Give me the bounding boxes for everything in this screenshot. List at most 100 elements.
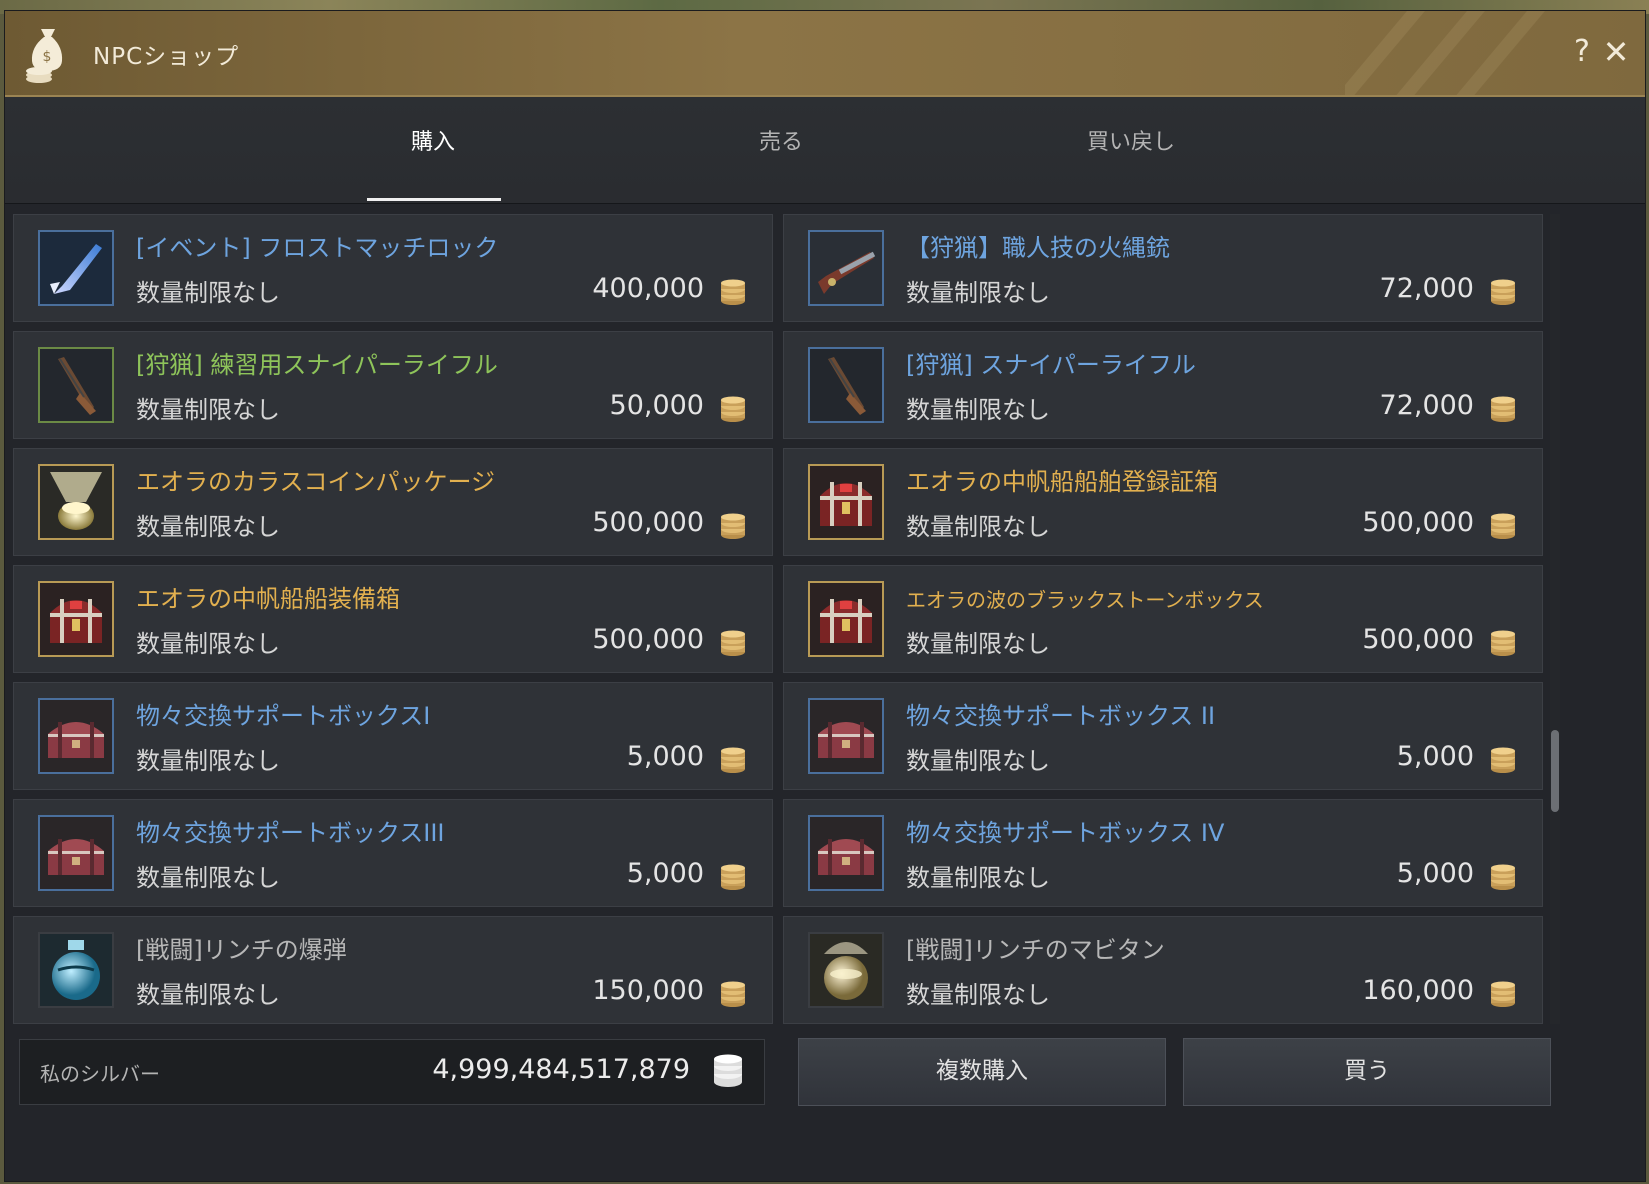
scrollbar[interactable] [1550, 214, 1560, 1024]
item-price: 160,000 [1362, 975, 1474, 1006]
shop-item[interactable]: エオラの中帆船船装備箱 数量制限なし 500,000 [13, 565, 773, 673]
shop-item[interactable]: 【狩猟】職人技の火縄銃 数量制限なし 72,000 [783, 214, 1543, 322]
support-box-icon [40, 817, 112, 889]
silver-coin-icon [1491, 981, 1515, 1007]
shop-item[interactable]: [イベント] フロストマッチロック 数量制限なし 400,000 [13, 214, 773, 322]
support-box-icon [40, 700, 112, 772]
title-decoration [1345, 11, 1565, 95]
item-icon-frame [38, 347, 114, 423]
buy-button[interactable]: 買う [1183, 1038, 1551, 1106]
item-name: [イベント] フロストマッチロック [136, 234, 499, 262]
item-limit: 数量制限なし [136, 864, 280, 892]
window-title: NPCショップ [93, 44, 240, 70]
tab-sell[interactable]: 売る [631, 97, 931, 203]
silver-coin-icon [721, 981, 745, 1007]
shop-item[interactable]: エオラの中帆船船舶登録証箱 数量制限なし 500,000 [783, 448, 1543, 556]
item-limit: 数量制限なし [906, 396, 1050, 424]
silver-coin-icon [1491, 513, 1515, 539]
item-limit: 数量制限なし [136, 279, 280, 307]
money-bag-icon: $ [26, 29, 63, 83]
matchlock-gun-icon [810, 232, 882, 304]
item-limit: 数量制限なし [136, 396, 280, 424]
silver-value: 4,999,484,517,879 [432, 1054, 690, 1085]
mabitan-flask-icon [810, 934, 882, 1006]
silver-coin-icon [721, 630, 745, 656]
item-limit: 数量制限なし [136, 981, 280, 1009]
item-limit: 数量制限なし [906, 513, 1050, 541]
item-icon-frame [808, 581, 884, 657]
shop-item[interactable]: 物々交換サポートボックスIII 数量制限なし 5,000 [13, 799, 773, 907]
title-bar[interactable]: $ NPCショップ ? ✕ [5, 11, 1645, 97]
support-box-icon [810, 817, 882, 889]
npc-shop-window: $ NPCショップ ? ✕ 購入 売る 買い戻し [イベント] フロストマッチロ… [4, 10, 1646, 1182]
item-limit: 数量制限なし [906, 279, 1050, 307]
shop-item[interactable]: 物々交換サポートボックス IV 数量制限なし 5,000 [783, 799, 1543, 907]
active-tab-indicator [367, 198, 501, 201]
bomb-flask-icon [40, 934, 112, 1006]
item-name: 物々交換サポートボックス II [906, 702, 1216, 730]
item-price: 400,000 [592, 273, 704, 304]
item-icon-frame [38, 581, 114, 657]
silver-coin-icon [1491, 747, 1515, 773]
treasure-chest-icon [810, 466, 882, 538]
item-price: 5,000 [626, 858, 704, 889]
shop-item[interactable]: [狩猟] スナイパーライフル 数量制限なし 72,000 [783, 331, 1543, 439]
item-limit: 数量制限なし [136, 513, 280, 541]
silver-label: 私のシルバー [40, 1062, 160, 1086]
item-name: [狩猟] スナイパーライフル [906, 351, 1196, 379]
item-price: 5,000 [626, 741, 704, 772]
item-icon-frame [808, 347, 884, 423]
silver-coin-icon [721, 747, 745, 773]
tab-buy[interactable]: 購入 [283, 97, 583, 203]
item-name: 【狩猟】職人技の火縄銃 [906, 234, 1170, 262]
item-name: 物々交換サポートボックスIII [136, 819, 445, 847]
item-price: 500,000 [592, 507, 704, 538]
item-icon-frame [808, 932, 884, 1008]
item-icon-frame [808, 698, 884, 774]
silver-coin-icon [1491, 864, 1515, 890]
item-icon-frame [38, 464, 114, 540]
item-name: 物々交換サポートボックス IV [906, 819, 1225, 847]
item-limit: 数量制限なし [136, 630, 280, 658]
item-price: 500,000 [1362, 624, 1474, 655]
svg-text:$: $ [43, 49, 52, 65]
silver-coin-icon [721, 279, 745, 305]
item-name: エオラのカラスコインパッケージ [136, 468, 496, 496]
item-price: 500,000 [1362, 507, 1474, 538]
close-button[interactable]: ✕ [1599, 35, 1633, 69]
item-price: 5,000 [1396, 858, 1474, 889]
sniper-rifle-icon [810, 349, 882, 421]
scrollbar-thumb[interactable] [1551, 730, 1559, 812]
item-price: 50,000 [609, 390, 704, 421]
item-icon-frame [38, 230, 114, 306]
item-name: [戦闘]リンチのマビタン [906, 936, 1165, 964]
item-name: [狩猟] 練習用スナイパーライフル [136, 351, 498, 379]
item-limit: 数量制限なし [906, 981, 1050, 1009]
shop-item[interactable]: [戦闘]リンチの爆弾 数量制限なし 150,000 [13, 916, 773, 1024]
shop-item[interactable]: 物々交換サポートボックス II 数量制限なし 5,000 [783, 682, 1543, 790]
shop-item[interactable]: [狩猟] 練習用スナイパーライフル 数量制限なし 50,000 [13, 331, 773, 439]
shop-item[interactable]: 物々交換サポートボックスI 数量制限なし 5,000 [13, 682, 773, 790]
item-icon-frame [38, 698, 114, 774]
item-grid: [イベント] フロストマッチロック 数量制限なし 400,000 【狩猟】職人技の火縄… [13, 214, 1547, 1024]
item-price: 5,000 [1396, 741, 1474, 772]
shop-item[interactable]: [戦闘]リンチのマビタン 数量制限なし 160,000 [783, 916, 1543, 1024]
item-limit: 数量制限なし [906, 864, 1050, 892]
item-limit: 数量制限なし [906, 747, 1050, 775]
silver-coin-icon [721, 396, 745, 422]
item-limit: 数量制限なし [906, 630, 1050, 658]
silver-coin-icon [721, 513, 745, 539]
sniper-rifle-icon [40, 349, 112, 421]
shop-item[interactable]: エオラのカラスコインパッケージ 数量制限なし 500,000 [13, 448, 773, 556]
treasure-chest-icon [40, 583, 112, 655]
multi-buy-button[interactable]: 複数購入 [798, 1038, 1166, 1106]
help-button[interactable]: ? [1567, 35, 1597, 69]
shop-item[interactable]: エオラの波のブラックストーンボックス数量制限なし 500,000 [783, 565, 1543, 673]
item-name: [戦闘]リンチの爆弾 [136, 936, 347, 964]
tab-buyback[interactable]: 買い戻し [981, 97, 1281, 203]
item-icon-frame [808, 815, 884, 891]
item-limit: 数量制限なし [136, 747, 280, 775]
frost-matchlock-icon [40, 232, 112, 304]
silver-coin-icon [1491, 630, 1515, 656]
item-name: エオラの波のブラックストーンボックス [906, 588, 1264, 612]
